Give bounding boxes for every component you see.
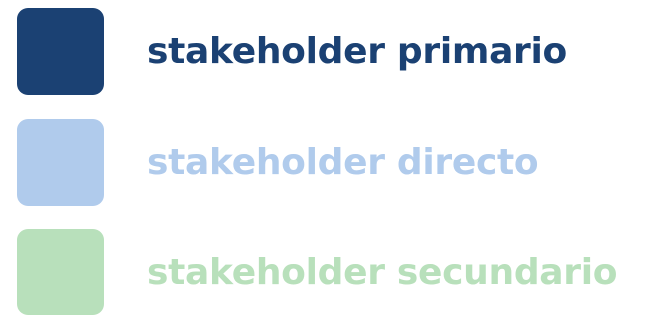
primary-color-swatch	[17, 8, 104, 95]
stakeholder-legend: stakeholder primario stakeholder directo…	[0, 0, 651, 315]
legend-item-secondary: stakeholder secundario	[0, 229, 651, 319]
direct-color-swatch	[17, 119, 104, 206]
secondary-color-swatch	[17, 229, 104, 315]
secondary-label: stakeholder secundario	[147, 252, 618, 293]
direct-label: stakeholder directo	[147, 142, 539, 183]
legend-item-direct: stakeholder directo	[0, 119, 651, 209]
legend-item-primary: stakeholder primario	[0, 8, 651, 98]
primary-label: stakeholder primario	[147, 31, 567, 72]
